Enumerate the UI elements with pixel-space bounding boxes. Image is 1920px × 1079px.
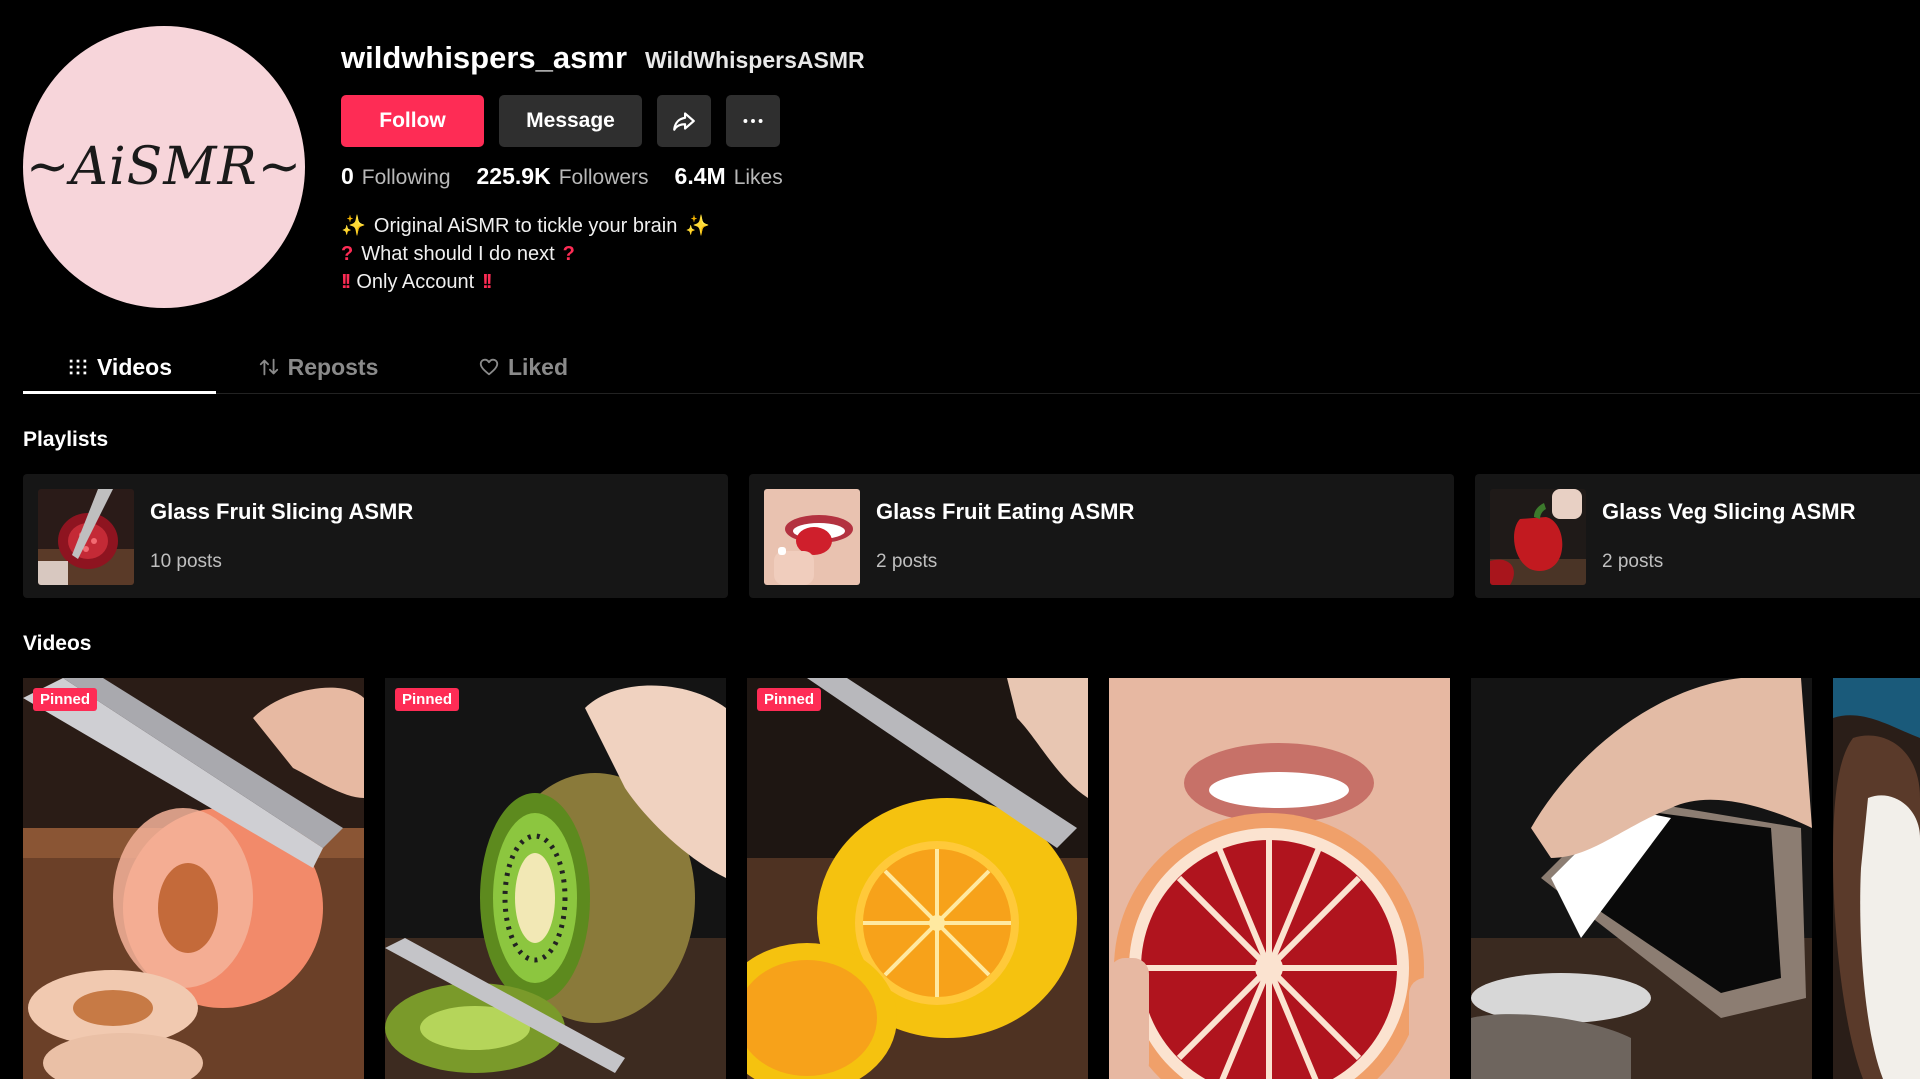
follow-button[interactable]: Follow — [341, 95, 484, 147]
profile-bio: ✨ Original AiSMR to tickle your brain ✨ … — [341, 212, 710, 296]
more-icon — [743, 119, 763, 123]
profile-avatar[interactable]: ~AiSMR~ — [23, 26, 305, 308]
grid-icon — [69, 359, 87, 375]
tab-videos[interactable]: Videos — [23, 343, 216, 394]
message-button[interactable]: Message — [499, 95, 642, 147]
video-card[interactable] — [1471, 678, 1812, 1079]
playlists-row: Glass Fruit Slicing ASMR 10 posts Glass … — [23, 474, 1920, 598]
nickname: WildWhispersASMR — [645, 47, 865, 73]
bio-line: !! Only Account !! — [341, 268, 710, 296]
tab-reposts[interactable]: Reposts — [233, 343, 403, 391]
profile-names: wildwhispers_asmr WildWhispersASMR — [341, 40, 865, 76]
video-thumbnail — [23, 678, 364, 1079]
playlist-thumbnail — [764, 489, 860, 585]
playlist-title: Glass Fruit Slicing ASMR — [150, 499, 414, 524]
videos-heading: Videos — [23, 632, 92, 655]
playlist-post-count: 2 posts — [1602, 551, 1664, 572]
bio-line: ✨ Original AiSMR to tickle your brain ✨ — [341, 212, 710, 240]
playlist-thumbnail — [1490, 489, 1586, 585]
following-label: Following — [361, 166, 451, 189]
pinned-badge: Pinned — [395, 688, 460, 711]
playlist-title: Glass Fruit Eating ASMR — [876, 499, 1135, 524]
bio-text: Original AiSMR to tickle your brain — [373, 215, 678, 237]
video-thumbnail — [747, 678, 1088, 1079]
sparkles-icon: ✨ — [341, 215, 366, 237]
playlist-card[interactable]: Glass Fruit Slicing ASMR 10 posts — [23, 474, 728, 598]
profile-stats: 0 Following 225.9K Followers 6.4M Likes — [341, 163, 783, 190]
question-mark-icon: ? — [341, 243, 354, 265]
followers-count: 225.9K — [476, 163, 551, 189]
video-card[interactable] — [1109, 678, 1450, 1079]
likes-label: Likes — [733, 166, 783, 189]
video-thumbnail — [1833, 678, 1920, 1079]
share-button[interactable] — [657, 95, 711, 147]
profile-actions: Follow Message — [341, 95, 780, 147]
double-exclamation-icon: !! — [341, 271, 351, 293]
video-thumbnail — [1471, 678, 1812, 1079]
video-card[interactable]: Pinned — [747, 678, 1088, 1079]
sparkles-icon: ✨ — [685, 215, 711, 237]
profile-tabs: Videos Reposts Liked — [23, 343, 1920, 394]
playlist-post-count: 2 posts — [876, 551, 938, 572]
following-count: 0 — [341, 163, 354, 189]
video-thumbnail — [385, 678, 726, 1079]
tab-label: Reposts — [287, 353, 379, 380]
tab-label: Liked — [507, 353, 569, 380]
share-icon — [673, 112, 695, 131]
bio-text: What should I do next — [361, 243, 555, 265]
playlists-heading: Playlists — [23, 428, 109, 451]
video-card[interactable]: Pinned — [23, 678, 364, 1079]
following-stat[interactable]: 0 Following — [341, 163, 451, 190]
heart-icon — [479, 358, 499, 376]
bio-text: Only Account — [356, 271, 475, 293]
playlist-card[interactable]: Glass Veg Slicing ASMR 2 posts — [1475, 474, 1920, 598]
followers-label: Followers — [558, 166, 649, 189]
question-mark-icon: ? — [562, 243, 575, 265]
video-thumbnail — [1109, 678, 1450, 1079]
bio-line: ? What should I do next ? — [341, 240, 710, 268]
likes-count: 6.4M — [674, 163, 726, 189]
tab-liked[interactable]: Liked — [443, 343, 603, 391]
more-options-button[interactable] — [726, 95, 780, 147]
followers-stat[interactable]: 225.9K Followers — [477, 163, 649, 190]
playlist-thumbnail — [38, 489, 134, 585]
playlist-card[interactable]: Glass Fruit Eating ASMR 2 posts — [749, 474, 1454, 598]
playlist-post-count: 10 posts — [150, 551, 222, 572]
username: wildwhispers_asmr — [341, 40, 628, 75]
double-exclamation-icon: !! — [482, 271, 492, 293]
pinned-badge: Pinned — [33, 688, 98, 711]
tab-label: Videos — [97, 353, 172, 380]
likes-stat: 6.4M Likes — [675, 163, 783, 190]
pinned-badge: Pinned — [757, 688, 822, 711]
repost-icon — [259, 358, 278, 376]
video-card[interactable] — [1833, 678, 1920, 1079]
playlist-title: Glass Veg Slicing ASMR — [1602, 499, 1856, 524]
video-card[interactable]: Pinned — [385, 678, 726, 1079]
avatar-text: ~AiSMR~ — [25, 137, 303, 197]
